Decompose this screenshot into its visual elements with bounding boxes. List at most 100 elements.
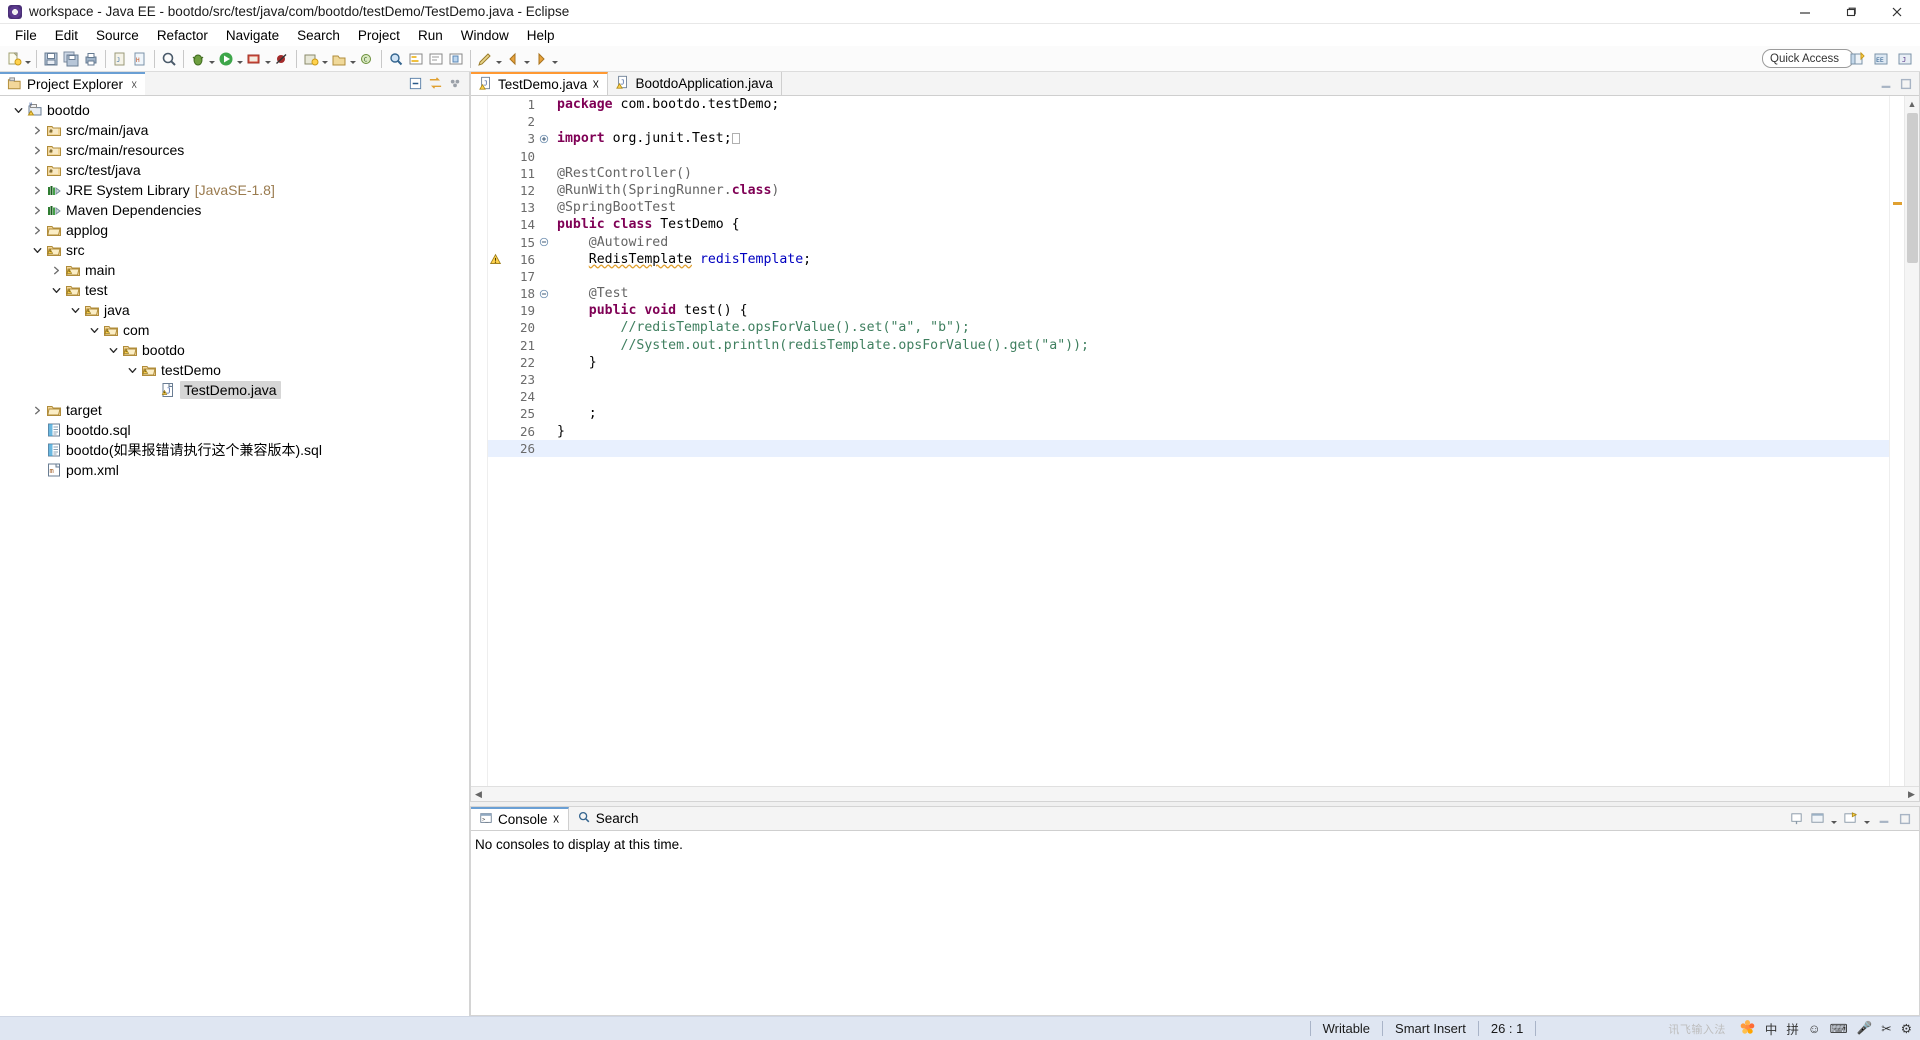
tree-item[interactable]: # src/test/java [0,160,469,180]
code-line[interactable]: 3 import org.junit.Test; [488,130,1889,147]
minimize-button[interactable] [1782,0,1828,24]
code-line[interactable]: 10 [488,148,1889,165]
new-class-icon[interactable]: C [357,48,377,70]
menu-navigate[interactable]: Navigate [217,26,288,45]
new-java-project-icon[interactable] [301,48,321,70]
open-console-icon[interactable] [1842,810,1859,827]
code-editor[interactable]: 1 package com.bootdo.testDemo; 2 3 import or… [471,96,1919,786]
code-line[interactable]: 15 @Autowired [488,234,1889,251]
menu-window[interactable]: Window [452,26,518,45]
last-edit-location-icon[interactable] [475,48,495,70]
chevron-down-icon[interactable] [48,282,64,298]
run-dropdown-icon[interactable] [236,48,244,70]
code-line[interactable]: 16 RedisTemplate redisTemplate; [488,251,1889,268]
view-menu-icon[interactable] [447,75,464,92]
menu-project[interactable]: Project [349,26,409,45]
code-line[interactable]: 11 @RestController() [488,165,1889,182]
minimize-icon[interactable] [1875,810,1892,827]
link-with-editor-icon[interactable] [427,75,444,92]
scroll-left-icon[interactable]: ◀ [471,789,486,800]
external-tools-icon[interactable] [244,48,264,70]
debug-dropdown-icon[interactable] [208,48,216,70]
save-icon[interactable] [41,48,61,70]
chevron-right-icon[interactable] [29,222,45,238]
new-java-dropdown-icon[interactable] [321,48,329,70]
code-line[interactable]: 21 //System.out.println(redisTemplate.op… [488,337,1889,354]
minimize-icon[interactable] [1877,75,1894,92]
code-line[interactable]: 22 } [488,354,1889,371]
chevron-right-icon[interactable] [29,202,45,218]
fold-collapse-icon[interactable] [537,237,551,247]
editor-vertical-scrollbar[interactable]: ▲ [1904,96,1919,786]
tree-item[interactable]: target [0,400,469,420]
open-type-icon[interactable] [159,48,179,70]
code-line[interactable]: 23 [488,371,1889,388]
search-icon[interactable] [386,48,406,70]
tab-project-explorer[interactable]: Project Explorer ☓ [0,72,146,95]
forward-dropdown-icon[interactable] [551,48,559,70]
chevron-right-icon[interactable] [29,122,45,138]
chevron-down-icon[interactable] [124,362,140,378]
forward-icon[interactable] [531,48,551,70]
scroll-up-icon[interactable]: ▲ [1905,96,1920,111]
back-icon[interactable] [503,48,523,70]
back-dropdown-icon[interactable] [523,48,531,70]
chevron-down-icon[interactable] [10,102,26,118]
save-all-icon[interactable] [61,48,81,70]
tree-item[interactable]: m pom.xml [0,460,469,480]
external-tools-dropdown-icon[interactable] [264,48,272,70]
code-line[interactable]: 26 [488,439,1889,457]
ime-voice-icon[interactable]: 🎤 [1857,1021,1873,1036]
overview-ruler[interactable] [1889,96,1904,786]
marker-ruler[interactable] [471,96,488,786]
tree-item[interactable]: testDemo [0,360,469,380]
chevron-right-icon[interactable] [48,262,64,278]
new-html-icon[interactable]: H [130,48,150,70]
scroll-right-icon[interactable]: ▶ [1904,789,1919,800]
tab-search[interactable]: Search [569,807,647,830]
tree-item[interactable]: com [0,320,469,340]
project-tree[interactable]: Mbootdo # src/main/java # src/main/resources… [0,96,469,1016]
chevron-down-icon[interactable] [105,342,121,358]
code-line[interactable]: 26} [488,423,1889,440]
chevron-right-icon[interactable] [29,142,45,158]
quick-access-field[interactable]: Quick Access [1762,49,1854,68]
code-line[interactable]: 18 @Test [488,285,1889,302]
toggle-mark-occurrences-icon[interactable] [406,48,426,70]
fold-expand-icon[interactable] [537,134,551,144]
editor-tab-bootdoapplication[interactable]: J BootdoApplication.java [608,72,782,95]
maximize-button[interactable] [1828,0,1874,24]
run-icon[interactable] [216,48,236,70]
tree-item[interactable]: src [0,240,469,260]
open-console-dropdown-icon[interactable] [1863,808,1871,830]
close-icon[interactable]: ☓ [131,78,137,92]
ime-mode-pinyin[interactable]: 拼 [1786,1019,1799,1038]
code-line[interactable]: 25 ; [488,405,1889,422]
close-button[interactable] [1874,0,1920,24]
tree-item[interactable]: java [0,300,469,320]
warning-marker-icon[interactable] [488,253,503,266]
print-icon[interactable] [81,48,101,70]
last-edit-dropdown-icon[interactable] [495,48,503,70]
editor-horizontal-scrollbar[interactable]: ◀ ▶ [471,786,1919,801]
chevron-down-icon[interactable] [67,302,83,318]
source-code[interactable]: 1 package com.bootdo.testDemo; 2 3 import or… [488,96,1889,457]
maximize-icon[interactable] [1896,810,1913,827]
menu-run[interactable]: Run [409,26,452,45]
ime-mode-chinese[interactable]: 中 [1765,1019,1778,1038]
ime-screenshot-icon[interactable]: ✂ [1881,1021,1891,1036]
code-line[interactable]: 13 @SpringBootTest [488,199,1889,216]
ime-flower-icon[interactable] [1739,1019,1756,1039]
menu-edit[interactable]: Edit [46,26,87,45]
ime-keyboard-icon[interactable]: ⌨ [1830,1021,1848,1036]
menu-refactor[interactable]: Refactor [148,26,217,45]
fold-collapse-icon[interactable] [537,289,551,299]
chevron-down-icon[interactable] [29,242,45,258]
display-selected-console-icon[interactable] [1809,810,1826,827]
tree-item[interactable]: bootdo(如果报错请执行这个兼容版本).sql [0,440,469,460]
new-wizard-icon[interactable] [4,48,24,70]
new-package-icon[interactable] [329,48,349,70]
ime-settings-icon[interactable]: ⚙ [1901,1021,1912,1036]
tree-item[interactable]: Mbootdo [0,100,469,120]
chevron-down-icon[interactable] [86,322,102,338]
